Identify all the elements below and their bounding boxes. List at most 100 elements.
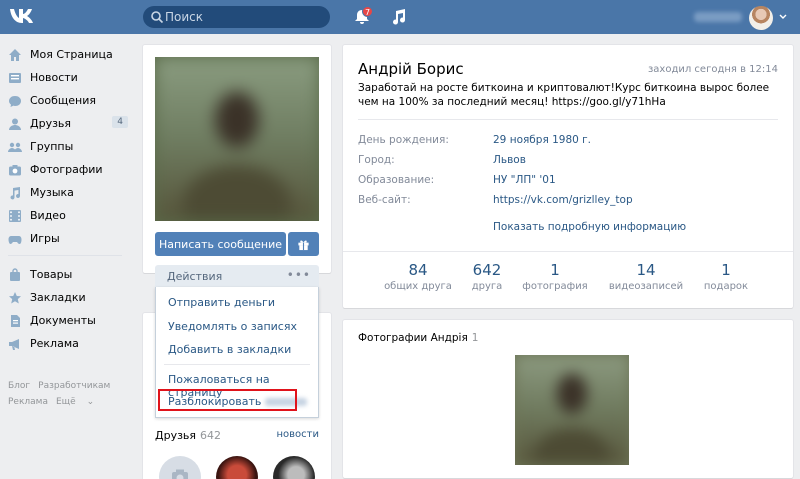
show-more-info-link[interactable]: Показать подробную информацию — [493, 221, 686, 233]
friends-header[interactable]: Друзья 642 — [155, 429, 221, 442]
friends-updates-link[interactable]: новости — [277, 429, 320, 440]
city-label: Город: — [358, 154, 395, 166]
menu-item-send-money[interactable]: Отправить деньги — [168, 296, 275, 309]
profile-name: Андрій Борис — [358, 60, 464, 78]
website-link[interactable]: https://vk.com/grizlley_top — [493, 194, 633, 206]
stat-gifts[interactable]: 1 подарок — [681, 261, 771, 292]
profile-info-card: Андрій Борис заходил сегодня в 12:14 Зар… — [343, 45, 793, 308]
gift-icon — [298, 239, 309, 250]
left-navigation: Моя Страница Новости Сообщения Друзья 4 … — [0, 43, 130, 355]
menu-item-notify-posts[interactable]: Уведомлять о записях — [168, 320, 297, 333]
search-icon — [151, 11, 164, 24]
stat-label: видеозаписей — [608, 281, 684, 292]
notifications-badge: 7 — [362, 6, 374, 17]
sidebar-item-ads[interactable]: Реклама — [0, 332, 130, 355]
sidebar-item-documents[interactable]: Документы — [0, 309, 130, 332]
info-divider — [358, 119, 778, 120]
video-icon — [9, 209, 21, 222]
actions-label: Действия — [167, 270, 223, 283]
sidebar-item-label: Фотографии — [30, 163, 103, 176]
friends-icon — [9, 118, 21, 130]
stat-number: 1 — [550, 261, 560, 279]
photo-thumbnail[interactable] — [515, 355, 629, 465]
sidebar-item-label: Сообщения — [30, 94, 97, 107]
photos-count: 1 — [471, 332, 479, 344]
sidebar-item-photos[interactable]: Фотографии — [0, 158, 130, 181]
sidebar-item-groups[interactable]: Группы — [0, 135, 130, 158]
stat-number: 1 — [721, 261, 731, 279]
menu-divider — [164, 364, 310, 365]
news-icon — [9, 72, 21, 83]
music-icon — [10, 186, 20, 199]
music-icon[interactable] — [391, 8, 407, 26]
profile-photo[interactable] — [155, 57, 319, 221]
nav-divider — [8, 255, 122, 256]
chevron-down-icon: ⌄ — [86, 397, 95, 407]
education-label: Образование: — [358, 174, 435, 186]
gamepad-icon — [8, 235, 22, 244]
chevron-down-icon[interactable] — [778, 12, 788, 22]
actions-menu: Отправить деньги Уведомлять о записях До… — [155, 287, 319, 418]
nav-footer: Блог Разработчикам Реклама Ещё ⌄ — [8, 378, 118, 410]
friend-avatar[interactable] — [216, 456, 258, 479]
sidebar-item-label: Реклама — [30, 337, 79, 350]
search-input[interactable] — [165, 8, 325, 26]
photos-card: Фотографии Андрія 1 — [343, 320, 793, 478]
birthday-value[interactable]: 29 ноября 1980 г. — [493, 134, 591, 146]
sidebar-item-label: Игры — [30, 232, 60, 245]
sidebar-item-goods[interactable]: Товары — [0, 263, 130, 286]
sidebar-item-label: Моя Страница — [30, 48, 113, 61]
sidebar-item-label: Видео — [30, 209, 66, 222]
more-dots-icon[interactable]: ••• — [287, 268, 311, 282]
megaphone-icon — [9, 338, 19, 350]
stat-videos[interactable]: 14 видеозаписей — [601, 261, 691, 292]
sidebar-item-label: Музыка — [30, 186, 74, 199]
stat-photos[interactable]: 1 фотография — [510, 261, 600, 292]
stat-number: 14 — [636, 261, 656, 279]
menu-item-add-bookmarks[interactable]: Добавить в закладки — [168, 343, 291, 356]
user-avatar[interactable] — [749, 6, 773, 30]
stats-divider — [343, 251, 793, 252]
friends-count: 642 — [200, 429, 222, 442]
sidebar-item-friends[interactable]: Друзья 4 — [0, 112, 130, 135]
vk-logo-icon[interactable] — [9, 7, 35, 27]
friend-avatar[interactable] — [159, 456, 201, 479]
document-icon — [11, 314, 20, 327]
sidebar-item-label: Закладки — [30, 291, 86, 304]
top-bar: 7 — [0, 0, 800, 34]
star-icon — [9, 291, 21, 303]
sidebar-item-news[interactable]: Новости — [0, 66, 130, 89]
sidebar-item-bookmarks[interactable]: Закладки — [0, 286, 130, 309]
gift-button[interactable] — [288, 232, 319, 256]
photos-title: Фотографии Андрія — [358, 332, 468, 344]
actions-dropdown-header[interactable]: Действия ••• — [155, 265, 319, 287]
footer-link-more[interactable]: Ещё ⌄ — [56, 397, 102, 407]
profile-status: Заработай на росте биткоина и криптовалю… — [358, 82, 770, 108]
photos-header[interactable]: Фотографии Андрія 1 — [358, 332, 478, 344]
friend-avatar[interactable] — [273, 456, 315, 479]
search-box[interactable] — [143, 6, 330, 28]
footer-link-blog[interactable]: Блог — [8, 381, 30, 391]
groups-icon — [8, 142, 22, 152]
birthday-label: День рождения: — [358, 134, 449, 146]
footer-link-developers[interactable]: Разработчикам — [38, 381, 110, 391]
last-seen: заходил сегодня в 12:14 — [647, 64, 778, 75]
vk-logo-icon — [10, 9, 33, 23]
sidebar-item-label: Товары — [30, 268, 73, 281]
home-icon — [9, 48, 21, 61]
sidebar-item-my-page[interactable]: Моя Страница — [0, 43, 130, 66]
camera-icon — [9, 164, 21, 175]
friends-title: Друзья — [155, 429, 197, 442]
sidebar-item-music[interactable]: Музыка — [0, 181, 130, 204]
send-message-button[interactable]: Написать сообщение — [155, 232, 286, 256]
stat-label: подарок — [703, 281, 749, 292]
sidebar-item-games[interactable]: Игры — [0, 227, 130, 250]
education-value[interactable]: НУ "ЛП" '01 — [493, 174, 556, 186]
user-name[interactable] — [694, 12, 742, 22]
profile-photo-card: Написать сообщение Действия ••• — [143, 45, 331, 287]
messages-icon — [9, 95, 21, 107]
sidebar-item-messages[interactable]: Сообщения — [0, 89, 130, 112]
sidebar-item-video[interactable]: Видео — [0, 204, 130, 227]
city-value[interactable]: Львов — [493, 154, 526, 166]
footer-link-ads[interactable]: Реклама — [8, 397, 48, 407]
